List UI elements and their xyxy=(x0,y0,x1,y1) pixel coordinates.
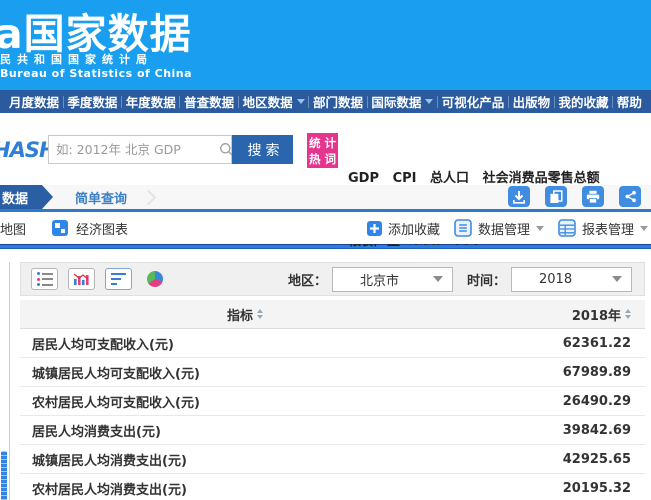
table-row[interactable]: 居民人均消费支出(元) 39842.69 xyxy=(20,416,645,445)
add-icon xyxy=(367,221,382,236)
data-manage-button[interactable]: 数据管理 xyxy=(478,219,530,238)
list-view-icon xyxy=(37,272,53,286)
table-row[interactable]: 农村居民人均可支配收入(元) 26490.29 xyxy=(20,387,645,416)
hot-badge-line1: 统 计 xyxy=(307,135,338,151)
tab-data-map[interactable]: 地图 xyxy=(0,219,26,238)
search-button[interactable]: 搜索 xyxy=(232,135,293,164)
chevron-down-icon xyxy=(612,276,622,282)
divider xyxy=(63,96,64,108)
pie-chart-view-button[interactable] xyxy=(147,271,163,287)
divider xyxy=(121,96,122,108)
divider xyxy=(367,96,368,108)
share-icon xyxy=(624,190,637,203)
copy-button[interactable] xyxy=(545,186,567,207)
content-area: 地区： 北京市 时间： 2018 指标 xyxy=(0,262,651,500)
site-banner: a国家数据 民共和国国家统计局 Bureau of Statistics of … xyxy=(0,0,651,90)
hot-badge-line2: 热 词 xyxy=(307,151,338,167)
divider xyxy=(437,96,438,108)
breadcrumb-simple-query[interactable]: 简单查询 xyxy=(75,188,127,207)
bar-chart-view-icon xyxy=(73,272,90,286)
copy-icon xyxy=(549,190,563,204)
divider xyxy=(508,96,509,108)
report-manage-icon xyxy=(558,219,576,237)
indicator-header: 指标 xyxy=(227,305,253,324)
toolbar-actions xyxy=(508,186,641,207)
view-toolbar: 地区： 北京市 时间： 2018 xyxy=(20,262,645,296)
management-actions: 添加收藏 数据管理 报表管理 xyxy=(367,212,648,244)
nav-item-monthly-data[interactable]: 月度数据 xyxy=(9,92,59,111)
region-select[interactable]: 北京市 xyxy=(332,267,453,292)
nav-item-annual-data[interactable]: 年度数据 xyxy=(126,92,176,111)
sort-icon[interactable] xyxy=(625,309,631,319)
tab-annual-data[interactable]: 数据 xyxy=(0,185,42,209)
hbar-view-icon xyxy=(111,273,126,286)
search-input[interactable] xyxy=(49,142,219,157)
hot-words-badge: 统 计 热 词 xyxy=(307,133,338,168)
nav-item-census-data[interactable]: 普查数据 xyxy=(184,92,234,111)
sort-icon[interactable] xyxy=(257,309,263,319)
nav-item-help[interactable]: 帮助 xyxy=(617,92,642,111)
report-manage-button[interactable]: 报表管理 xyxy=(582,219,634,238)
table-row[interactable]: 居民人均可支配收入(元) 62361.22 xyxy=(20,329,645,358)
time-label: 时间： xyxy=(467,270,506,289)
nav-item-international-data[interactable]: 国际数据 xyxy=(371,92,433,111)
left-panel-edge xyxy=(0,262,10,500)
divider xyxy=(179,96,180,108)
chevron-right-icon xyxy=(141,189,157,205)
nav-item-visualization-products[interactable]: 可视化产品 xyxy=(442,92,505,111)
download-button[interactable] xyxy=(508,186,530,207)
table-header: 指标 2018年 xyxy=(20,300,645,329)
data-manage-icon xyxy=(454,219,472,237)
list-view-button[interactable] xyxy=(31,268,58,290)
nav-item-my-favorites[interactable]: 我的收藏 xyxy=(559,92,609,111)
page: a国家数据 民共和国国家统计局 Bureau of Statistics of … xyxy=(0,0,651,500)
nav-item-regional-data[interactable]: 地区数据 xyxy=(243,92,305,111)
region-label: 地区： xyxy=(288,270,327,289)
chevron-down-icon[interactable] xyxy=(640,226,648,231)
filters: 地区： 北京市 时间： 2018 xyxy=(288,267,634,292)
site-subtitle-en: Bureau of Statistics of China xyxy=(0,67,192,80)
site-subtitle-cn: 民共和国国家统计局 xyxy=(0,51,153,67)
print-button[interactable] xyxy=(582,186,604,207)
chevron-down-icon[interactable] xyxy=(536,226,544,231)
scrollbar-thumb[interactable] xyxy=(1,451,7,500)
share-button[interactable] xyxy=(619,186,641,207)
year-header: 2018年 xyxy=(572,305,621,324)
chevron-down-icon xyxy=(433,276,443,282)
search-section: HASHU 搜索 统 计 热 词 GDP CPI 总人口 社会消费品零售总额 粮… xyxy=(0,113,651,185)
economic-chart-icon xyxy=(52,220,68,236)
table-row[interactable]: 城镇居民人均可支配收入(元) 67989.89 xyxy=(20,358,645,387)
breadcrumb-bar: 数据 简单查询 xyxy=(0,185,651,212)
divider xyxy=(308,96,309,108)
divider xyxy=(554,96,555,108)
view-tabs-row: 地图 经济图表 添加收藏 数据管理 报表管理 xyxy=(0,212,651,244)
tab-economic-charts[interactable]: 经济图表 xyxy=(76,219,128,238)
main-nav: 月度数据 季度数据 年度数据 普查数据 地区数据 部门数据 国际数据 可视化产品… xyxy=(0,90,651,113)
table-row[interactable]: 城镇居民人均消费支出(元) 42925.65 xyxy=(20,445,645,474)
download-icon xyxy=(512,190,526,204)
nav-item-publications[interactable]: 出版物 xyxy=(513,92,551,111)
divider xyxy=(238,96,239,108)
add-favorite-button[interactable]: 添加收藏 xyxy=(388,219,440,238)
nav-item-quarterly-data[interactable]: 季度数据 xyxy=(67,92,117,111)
nav-item-department-data[interactable]: 部门数据 xyxy=(313,92,363,111)
divider xyxy=(612,96,613,108)
search-box xyxy=(48,135,232,164)
table-row[interactable]: 农村居民人均消费支出(元) 20195.32 xyxy=(20,474,645,500)
bar-chart-view-button[interactable] xyxy=(68,268,95,290)
time-select[interactable]: 2018 xyxy=(511,267,632,292)
chevron-down-icon xyxy=(297,99,305,104)
data-panel: 地区： 北京市 时间： 2018 指标 xyxy=(20,262,645,500)
hbar-view-button[interactable] xyxy=(105,268,132,290)
print-icon xyxy=(586,190,600,204)
chevron-down-icon xyxy=(425,99,433,104)
